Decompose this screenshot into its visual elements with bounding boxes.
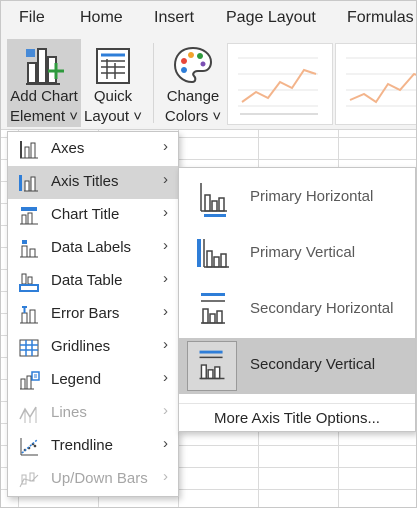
submenu-item-label: Primary Horizontal [250, 188, 374, 205]
add-chart-element-label-2: Element ˅ [10, 108, 78, 125]
primary-horizontal-icon [200, 183, 227, 217]
chart-style-thumbnail-2[interactable] [335, 43, 416, 125]
data-table-icon [19, 273, 39, 292]
submenu-item-label: Primary Vertical [250, 244, 356, 261]
chevron-right-icon: › [163, 303, 168, 320]
menu-item-label: Data Labels [51, 239, 132, 256]
chevron-right-icon: › [163, 435, 168, 452]
ribbon-tab-bar: File Home Insert Page Layout Formulas [1, 1, 416, 37]
submenu-item-primary-horizontal[interactable]: Primary Horizontal [179, 170, 415, 226]
chevron-right-icon: › [163, 369, 168, 386]
menu-item-label: Axes [51, 140, 85, 157]
submenu-item-label: Secondary Vertical [250, 356, 376, 373]
tab-file[interactable]: File [19, 9, 45, 27]
axis-titles-submenu: Primary Horizontal Primary Vertical Seco… [178, 167, 416, 432]
menu-item-label: Error Bars [51, 305, 120, 322]
menu-item-label: Up/Down Bars [51, 470, 148, 487]
submenu-item-secondary-vertical[interactable]: Secondary Vertical [179, 338, 415, 394]
menu-item-error-bars[interactable]: Error Bars › [8, 298, 178, 331]
legend-icon [20, 371, 40, 390]
add-chart-element-icon [26, 48, 64, 85]
gridlines-icon [19, 339, 39, 357]
menu-item-label: Lines [51, 404, 87, 421]
chevron-right-icon: › [163, 138, 168, 155]
chart-style-1-preview [238, 57, 318, 115]
menu-item-up-down-bars: Up/Down Bars › [8, 463, 178, 496]
chevron-right-icon: › [163, 402, 168, 419]
quick-layout-button[interactable]: Quick Layout ˅ [83, 39, 143, 127]
menu-item-data-table[interactable]: Data Table › [8, 265, 178, 298]
chevron-right-icon: › [163, 171, 168, 188]
more-axis-title-options-link[interactable]: More Axis Title Options... [179, 403, 415, 432]
primary-vertical-icon [197, 239, 229, 268]
palette-icon [173, 46, 213, 84]
menu-item-trendline[interactable]: Trendline › [8, 430, 178, 463]
secondary-vertical-icon [187, 341, 237, 391]
trendline-icon [20, 438, 38, 456]
up-down-bars-icon [19, 472, 39, 488]
menu-item-lines: Lines › [8, 397, 178, 430]
tab-home[interactable]: Home [80, 9, 123, 27]
menu-item-gridlines[interactable]: Gridlines › [8, 331, 178, 364]
tab-page-layout[interactable]: Page Layout [226, 9, 316, 27]
tab-formulas[interactable]: Formulas [347, 9, 414, 27]
menu-item-chart-title[interactable]: Chart Title › [8, 199, 178, 232]
chevron-right-icon: › [163, 237, 168, 254]
chevron-right-icon: › [163, 270, 168, 287]
menu-item-label: Trendline [51, 437, 113, 454]
chart-style-thumbnail-1[interactable] [227, 43, 333, 125]
ribbon: Add Chart Element ˅ Quick Layout ˅ Chang… [1, 37, 416, 130]
add-chart-element-button[interactable]: Add Chart Element ˅ [7, 39, 81, 127]
ribbon-separator [153, 43, 154, 123]
chevron-right-icon: › [163, 468, 168, 485]
submenu-item-label: Secondary Horizontal [250, 300, 394, 317]
change-colors-label-1: Change [166, 88, 220, 105]
change-colors-button[interactable]: Change Colors ˅ [161, 39, 225, 127]
error-bars-icon [20, 306, 38, 324]
menu-item-label: Axis Titles [51, 173, 119, 190]
menu-item-label: Gridlines [51, 338, 111, 355]
menu-item-label: Legend [51, 371, 102, 388]
chart-title-icon [20, 207, 38, 225]
submenu-item-secondary-horizontal[interactable]: Secondary Horizontal [179, 282, 415, 338]
quick-layout-icon [96, 48, 130, 84]
menu-item-label: Chart Title [51, 206, 120, 223]
menu-item-label: Data Table [51, 272, 123, 289]
menu-item-axis-titles[interactable]: Axis Titles › [8, 166, 178, 199]
axes-icon [20, 141, 38, 159]
chevron-right-icon: › [163, 204, 168, 221]
lines-icon [19, 406, 37, 423]
data-labels-icon [20, 240, 38, 258]
quick-layout-label-2: Layout ˅ [84, 108, 142, 125]
add-chart-element-menu: Axes › Axis Titles › Chart Title › Data … [7, 131, 179, 497]
change-colors-label-2: Colors ˅ [164, 108, 222, 125]
chart-style-2-preview [346, 57, 416, 107]
secondary-horizontal-icon [201, 293, 225, 324]
add-chart-element-label-1: Add Chart [10, 88, 78, 105]
axis-titles-icon [19, 175, 38, 192]
excel-window: File Home Insert Page Layout Formulas Ad… [0, 0, 417, 508]
menu-item-legend[interactable]: Legend › [8, 364, 178, 397]
quick-layout-label-1: Quick [93, 88, 133, 105]
chevron-right-icon: › [163, 336, 168, 353]
tab-insert[interactable]: Insert [154, 9, 194, 27]
submenu-item-primary-vertical[interactable]: Primary Vertical [179, 226, 415, 282]
menu-item-data-labels[interactable]: Data Labels › [8, 232, 178, 265]
menu-item-axes[interactable]: Axes › [8, 133, 178, 166]
